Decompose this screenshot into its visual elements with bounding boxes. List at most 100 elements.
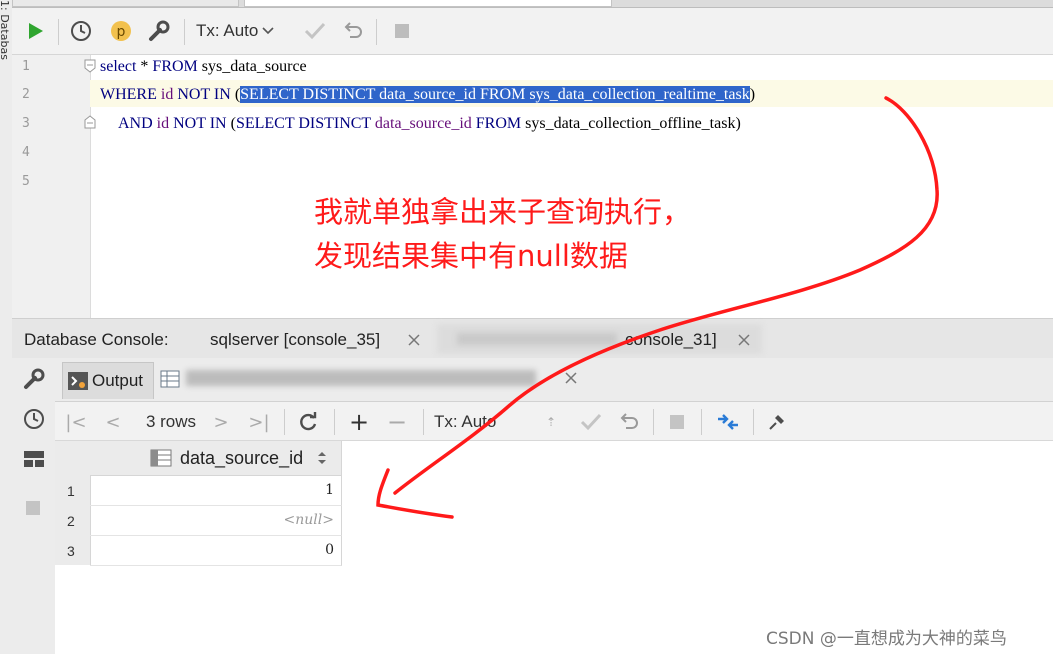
results-panel: Output |< < 3 rows > >| + − Tx: Auto ⇡ 1…: [12, 358, 1053, 654]
row-number-column: 1 2 3: [55, 441, 91, 565]
stop-icon[interactable]: [25, 500, 41, 516]
editor-tab-strip: [12, 0, 1053, 8]
chevron-down-icon: [262, 27, 274, 35]
next-page-icon[interactable]: >: [211, 410, 231, 434]
result-tabs: Output: [55, 358, 1053, 402]
profile-badge-icon[interactable]: p: [108, 18, 134, 44]
column-name: data_source_id: [375, 86, 480, 103]
editor-tab-active[interactable]: [244, 0, 612, 7]
table-cell-null[interactable]: <null>: [90, 506, 342, 536]
first-page-icon[interactable]: |<: [65, 410, 87, 434]
keyword: FROM: [152, 58, 198, 75]
row-count[interactable]: 3 rows: [141, 410, 201, 434]
annotation-line-1: 我就单独拿出来子查询执行，: [314, 195, 692, 229]
code-line-3[interactable]: AND id NOT IN (SELECT DISTINCT data_sour…: [118, 115, 741, 133]
wrench-icon[interactable]: [146, 18, 172, 44]
output-tab[interactable]: Output: [62, 362, 154, 399]
line-number: 2: [22, 87, 30, 102]
previous-page-icon[interactable]: <: [103, 410, 123, 434]
check-icon[interactable]: [579, 410, 603, 434]
play-icon[interactable]: [22, 18, 48, 44]
db-upload-icon[interactable]: ⇡: [541, 410, 561, 434]
keyword: IN: [209, 86, 235, 103]
toolbar-separator: [753, 409, 754, 435]
pin-icon[interactable]: [765, 410, 789, 434]
clock-icon[interactable]: [68, 18, 94, 44]
row-number[interactable]: 2: [67, 513, 75, 529]
toolbar-separator: [184, 19, 185, 45]
editor-toolbar: p Tx: Auto: [12, 8, 1053, 55]
tx-mode-label: Tx: Auto: [196, 21, 259, 40]
sort-icon[interactable]: [317, 451, 327, 465]
fold-open-icon[interactable]: [84, 59, 96, 73]
close-icon[interactable]: [738, 334, 750, 346]
column-name: data_source_id: [370, 115, 476, 132]
last-page-icon[interactable]: >|: [247, 410, 271, 434]
editor-tab[interactable]: [12, 0, 239, 7]
row-number[interactable]: 1: [67, 483, 75, 499]
column-header-label: data_source_id: [180, 447, 304, 468]
redacted-text: [457, 333, 617, 345]
clock-icon[interactable]: [23, 408, 45, 430]
column-header[interactable]: data_source_id: [90, 441, 342, 476]
close-icon[interactable]: [565, 372, 577, 384]
results-grid: 1 2 3 data_source_id 1 <null> 0: [55, 441, 1053, 654]
line-number: 5: [22, 174, 30, 189]
database-console-header: Database Console: sqlserver [console_35]…: [12, 318, 1053, 360]
tx-mode-dropdown[interactable]: Tx: Auto: [196, 18, 286, 44]
console-tab-35[interactable]: sqlserver [console_35]: [210, 330, 380, 350]
close-icon[interactable]: [408, 334, 420, 346]
profile-badge-letter: p: [117, 24, 126, 40]
console-tab-31-label[interactable]: console_31]: [625, 330, 717, 350]
selected-subquery[interactable]: SELECT DISTINCT data_source_id FROM sys_…: [240, 86, 750, 103]
add-row-icon[interactable]: +: [347, 408, 371, 436]
keyword: WHERE: [100, 86, 157, 103]
column-name: id: [156, 86, 178, 103]
table-cell[interactable]: 1: [90, 476, 342, 506]
code-line-1[interactable]: select * FROM sys_data_source: [100, 58, 307, 76]
keyword: FROM: [479, 86, 526, 103]
grid-tx-mode[interactable]: Tx: Auto: [434, 410, 518, 434]
table-name: sys_data_collection_offline_task: [521, 115, 736, 132]
database-tool-window-label[interactable]: 1: Databas: [0, 0, 11, 80]
operator: *: [136, 58, 153, 75]
table-name: sys_data_source: [197, 58, 307, 75]
line-number: 3: [22, 116, 30, 131]
undo-icon[interactable]: [340, 18, 366, 44]
stop-icon[interactable]: [665, 410, 689, 434]
layout-icon[interactable]: [23, 450, 45, 468]
keyword: select: [100, 58, 137, 75]
keyword: FROM: [475, 115, 522, 132]
toolbar-separator: [284, 409, 285, 435]
toolbar-separator: [423, 409, 424, 435]
table-cell[interactable]: 0: [90, 536, 342, 566]
wrench-icon[interactable]: [23, 368, 45, 390]
paren: ): [735, 115, 741, 132]
toolbar-separator: [334, 409, 335, 435]
line-number: 4: [22, 145, 30, 160]
code-line-2[interactable]: WHERE id NOT IN (SELECT DISTINCT data_so…: [100, 86, 755, 104]
check-icon[interactable]: [302, 18, 328, 44]
refresh-icon[interactable]: [296, 410, 320, 434]
toolbar-separator: [701, 409, 702, 435]
compare-icon[interactable]: [715, 410, 741, 434]
sql-editor[interactable]: 1 2 3 4 5 select * FROM sys_data_source …: [12, 55, 1053, 318]
toolbar-separator: [653, 409, 654, 435]
results-side-toolbar: [12, 358, 56, 654]
stop-icon[interactable]: [389, 18, 415, 44]
column-name: id: [152, 115, 174, 132]
console-output-icon: [68, 372, 88, 390]
grid-toolbar: |< < 3 rows > >| + − Tx: Auto ⇡: [55, 402, 1053, 441]
console-label: Database Console:: [24, 330, 169, 349]
keyword: NOT: [177, 86, 210, 103]
undo-icon[interactable]: [617, 410, 641, 434]
result-tab-title[interactable]: [186, 370, 536, 386]
paren: ): [749, 86, 756, 103]
fold-end-icon[interactable]: [84, 115, 96, 129]
red-annotation: 我就单独拿出来子查询执行， 发现结果集中有null数据: [314, 190, 691, 278]
table-icon: [160, 370, 180, 388]
toolbar-separator: [58, 19, 59, 45]
keyword: AND: [118, 115, 153, 132]
remove-row-icon[interactable]: −: [385, 408, 409, 436]
row-number[interactable]: 3: [67, 543, 75, 559]
